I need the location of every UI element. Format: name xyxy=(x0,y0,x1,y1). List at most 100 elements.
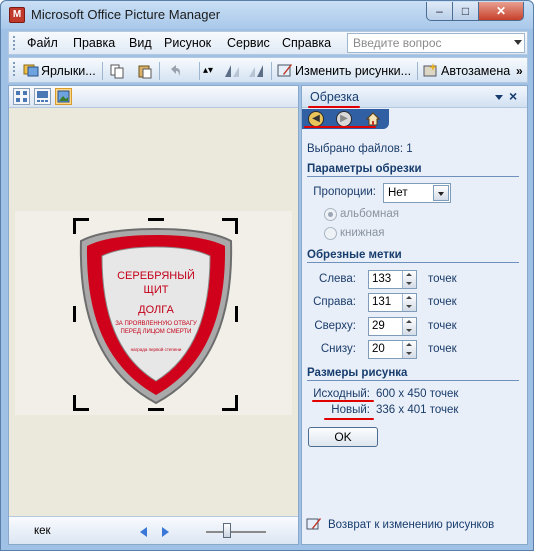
proportions-value: Нет xyxy=(388,187,408,199)
rotate-left-icon[interactable] xyxy=(223,63,241,79)
portrait-radio[interactable] xyxy=(324,227,337,240)
menu-edit[interactable]: Правка xyxy=(73,36,115,50)
view-switcher-bar xyxy=(9,86,298,108)
top-margin-value: 29 xyxy=(372,320,385,332)
shield-title-line-1: СЕРЕБРЯНЫЙ xyxy=(117,269,195,282)
edit-pictures-label: Изменить рисунки... xyxy=(295,64,412,78)
bottom-margin-spinner[interactable]: 20 xyxy=(368,340,417,359)
crop-handle-top-right[interactable] xyxy=(222,218,238,234)
picture-manager-app-icon[interactable]: M xyxy=(9,7,25,23)
copy-icon[interactable] xyxy=(109,63,125,79)
toolbar-separator xyxy=(271,62,272,80)
maximize-button[interactable]: □ xyxy=(452,2,479,21)
thumbnails-view-button[interactable] xyxy=(13,88,30,105)
title-bar: M Microsoft Office Picture Manager – □ ✕ xyxy=(1,1,533,29)
crop-handle-bottom-right[interactable] xyxy=(222,395,238,411)
crop-marks-heading: Обрезные метки xyxy=(307,249,519,263)
red-underline-annotation xyxy=(304,126,376,128)
shield-caption-line-3: награда первой степени xyxy=(131,346,182,352)
shield-title-line-2: ЩИТ xyxy=(144,284,169,296)
new-size-value: 336 x 401 точек xyxy=(376,404,459,416)
selected-files-count: Выбрано файлов: 1 xyxy=(307,143,413,155)
toolbar-grip-handle[interactable] xyxy=(13,62,16,76)
picture-size-heading: Размеры рисунка xyxy=(307,367,519,381)
filmstrip-view-icon xyxy=(37,91,48,102)
menu-file[interactable]: Файл xyxy=(27,36,58,50)
return-to-edit-label: Возврат к изменению рисунков xyxy=(328,519,495,531)
menu-tools[interactable]: Сервис xyxy=(227,36,270,50)
forward-arrow-icon[interactable]: ▶ xyxy=(336,111,352,127)
menu-help[interactable]: Справка xyxy=(282,36,331,50)
crop-handle-right[interactable] xyxy=(235,306,238,322)
status-bar: кек xyxy=(9,516,298,544)
toolbar-separator xyxy=(417,62,418,80)
toolbar-separator xyxy=(102,62,103,80)
spinner-arrows[interactable] xyxy=(402,294,416,311)
zoom-slider-track[interactable] xyxy=(206,531,266,533)
minimize-button[interactable]: – xyxy=(426,2,453,21)
red-underline-annotation xyxy=(308,106,360,108)
menu-picture[interactable]: Рисунок xyxy=(164,36,211,50)
crop-handle-bottom-left[interactable] xyxy=(73,395,89,411)
rotate-right-icon[interactable] xyxy=(247,63,265,79)
toolbar-more-button[interactable]: » xyxy=(516,61,523,81)
edit-pictures-button[interactable]: Изменить рисунки... xyxy=(277,61,411,81)
autocorrect-icon xyxy=(423,63,437,77)
original-size-value: 600 x 450 точек xyxy=(376,388,459,400)
filmstrip-view-button[interactable] xyxy=(34,88,51,105)
left-margin-spinner[interactable]: 133 xyxy=(368,270,417,289)
home-icon[interactable] xyxy=(365,111,381,127)
autocorrect-label: Автозамена xyxy=(441,64,511,78)
back-arrow-icon[interactable]: ◀ xyxy=(308,111,324,127)
new-size-label: Новый: xyxy=(331,404,370,416)
landscape-radio[interactable] xyxy=(324,208,337,221)
shield-caption-line-2: ПЕРЕД ЛИЦОМ СМЕРТИ xyxy=(121,329,192,335)
top-margin-spinner[interactable]: 29 xyxy=(368,317,417,336)
menu-bar: Файл Правка Вид Рисунок Сервис Справка В… xyxy=(8,31,528,55)
crop-handle-left[interactable] xyxy=(73,306,76,322)
top-margin-label: Сверху: xyxy=(314,320,356,332)
previous-picture-icon[interactable] xyxy=(140,527,147,537)
menu-grip-handle[interactable] xyxy=(13,36,16,50)
autocorrect-button[interactable]: Автозамена xyxy=(423,61,510,81)
next-picture-icon[interactable] xyxy=(162,527,169,537)
crop-handle-bottom[interactable] xyxy=(148,408,164,411)
bottom-margin-label: Снизу: xyxy=(320,343,356,355)
help-question-input[interactable]: Введите вопрос xyxy=(347,33,525,53)
thumbnails-view-icon xyxy=(16,91,27,102)
original-size-label: Исходный: xyxy=(313,388,370,400)
edit-pictures-icon xyxy=(277,64,292,77)
chevron-down-icon[interactable] xyxy=(433,185,449,201)
task-pane-close-icon[interactable]: × xyxy=(509,88,517,104)
spinner-arrows[interactable] xyxy=(402,318,416,335)
shield-title-line-3: ДОЛГА xyxy=(138,304,174,316)
proportions-select[interactable]: Нет xyxy=(383,183,451,203)
spinner-arrows[interactable] xyxy=(402,271,416,288)
shield-caption-line-1: ЗА ПРОЯВЛЕННУЮ ОТВАГУ xyxy=(115,321,197,327)
task-pane-menu-icon[interactable] xyxy=(495,95,503,100)
ok-button[interactable]: OK xyxy=(308,427,378,447)
zoom-slider-thumb[interactable] xyxy=(223,523,231,538)
toolbar-overflow-button[interactable]: ▴▾ xyxy=(203,61,213,81)
current-file-name: кек xyxy=(34,525,51,537)
crop-handle-top-left[interactable] xyxy=(73,218,89,234)
close-window-button[interactable]: ✕ xyxy=(478,2,524,21)
top-margin-unit: точек xyxy=(428,320,457,332)
spinner-arrows[interactable] xyxy=(402,341,416,358)
bottom-margin-value: 20 xyxy=(372,343,385,355)
standard-toolbar: Ярлыки... ▴▾ Изменить рисунки... Автозам… xyxy=(8,57,528,83)
red-underline-annotation xyxy=(324,418,374,420)
undo-icon[interactable] xyxy=(167,63,183,79)
toolbar-separator xyxy=(159,62,160,80)
single-picture-view-button[interactable] xyxy=(55,88,72,105)
shortcuts-button[interactable]: Ярлыки... xyxy=(23,61,96,81)
menu-view[interactable]: Вид xyxy=(129,36,152,50)
task-pane-title: Обрезка xyxy=(310,90,359,104)
return-to-edit-link[interactable]: Возврат к изменению рисунков xyxy=(306,517,494,531)
bottom-margin-unit: точек xyxy=(428,343,457,355)
crop-handle-top[interactable] xyxy=(148,218,164,221)
right-margin-spinner[interactable]: 131 xyxy=(368,293,417,312)
toolbar-separator xyxy=(199,62,200,80)
paste-icon[interactable] xyxy=(137,63,153,79)
chevron-down-icon[interactable] xyxy=(514,40,522,45)
